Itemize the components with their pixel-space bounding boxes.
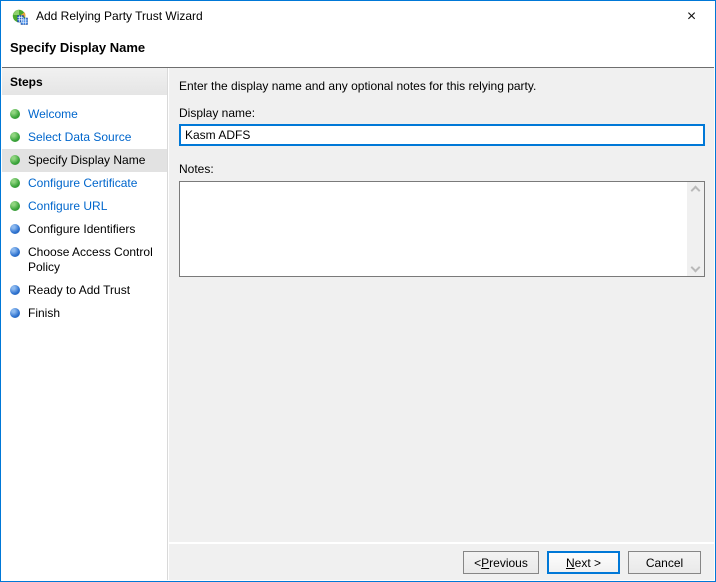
sidebar-item-configure-certificate[interactable]: Configure Certificate xyxy=(2,172,167,195)
chevron-up-icon[interactable] xyxy=(690,185,701,196)
steps-list: Welcome Select Data Source Specify Displ… xyxy=(2,103,167,325)
step-done-bullet-icon xyxy=(10,201,20,211)
main-pane: Enter the display name and any optional … xyxy=(169,68,714,580)
step-done-bullet-icon xyxy=(10,178,20,188)
display-name-input[interactable] xyxy=(179,124,705,146)
window-title: Add Relying Party Trust Wizard xyxy=(36,9,203,23)
sidebar-item-configure-url[interactable]: Configure URL xyxy=(2,195,167,218)
adfs-app-icon xyxy=(12,9,28,25)
previous-button[interactable]: < Previous xyxy=(463,551,539,574)
sidebar-item-welcome[interactable]: Welcome xyxy=(2,103,167,126)
instruction-text: Enter the display name and any optional … xyxy=(179,79,537,93)
notes-field-frame xyxy=(179,181,705,277)
next-button[interactable]: Next > xyxy=(547,551,620,574)
step-upcoming-bullet-icon xyxy=(10,224,20,234)
notes-scrollbar[interactable] xyxy=(687,182,704,276)
step-done-bullet-icon xyxy=(10,109,20,119)
step-done-bullet-icon xyxy=(10,132,20,142)
step-upcoming-bullet-icon xyxy=(10,285,20,295)
title-bar: Add Relying Party Trust Wizard × xyxy=(2,1,714,32)
cancel-button[interactable]: Cancel xyxy=(628,551,701,574)
wizard-dialog: Add Relying Party Trust Wizard × Specify… xyxy=(0,0,716,582)
sidebar-item-configure-identifiers: Configure Identifiers xyxy=(2,218,167,241)
sidebar-item-specify-display-name: Specify Display Name xyxy=(2,149,167,172)
step-upcoming-bullet-icon xyxy=(10,247,20,257)
display-name-label: Display name: xyxy=(179,106,256,120)
page-header: Specify Display Name xyxy=(2,32,714,67)
footer-separator xyxy=(169,542,714,544)
page-title: Specify Display Name xyxy=(10,40,146,55)
steps-sidebar: Steps Welcome Select Data Source Specify… xyxy=(2,68,168,580)
sidebar-item-ready-to-add-trust: Ready to Add Trust xyxy=(2,279,167,302)
sidebar-item-choose-access-control-policy: Choose Access Control Policy xyxy=(2,241,167,279)
step-upcoming-bullet-icon xyxy=(10,308,20,318)
sidebar-item-select-data-source[interactable]: Select Data Source xyxy=(2,126,167,149)
close-icon[interactable]: × xyxy=(669,1,714,32)
steps-heading: Steps xyxy=(2,68,167,95)
notes-label: Notes: xyxy=(179,162,214,176)
notes-textarea[interactable] xyxy=(180,182,687,276)
chevron-down-icon[interactable] xyxy=(690,262,701,273)
sidebar-item-finish: Finish xyxy=(2,302,167,325)
step-done-bullet-icon xyxy=(10,155,20,165)
